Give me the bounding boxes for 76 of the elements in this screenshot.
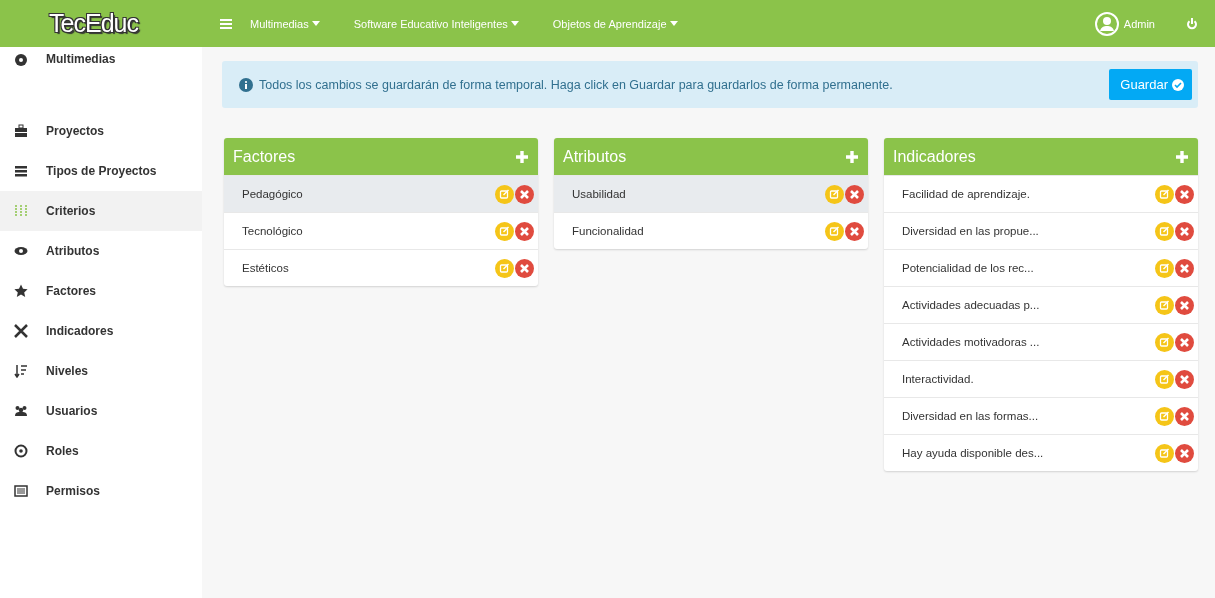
- menu-item-icon: [14, 444, 28, 458]
- panel-title: Atributos: [563, 147, 627, 166]
- menu-item-icon: [14, 124, 28, 138]
- menu-item-icon: [14, 164, 28, 178]
- delete-icon[interactable]: [515, 221, 534, 241]
- sidebar-item[interactable]: Roles: [0, 431, 202, 471]
- sidebar-item[interactable]: Usuarios: [0, 391, 202, 431]
- power-icon[interactable]: [1186, 17, 1198, 30]
- edit-icon[interactable]: [1155, 258, 1174, 278]
- delete-icon[interactable]: [1175, 332, 1194, 352]
- edit-icon[interactable]: [1155, 221, 1174, 241]
- list-item[interactable]: Estéticos: [224, 249, 538, 286]
- menu-item-icon: [14, 204, 28, 218]
- edit-icon[interactable]: [1155, 332, 1174, 352]
- delete-icon[interactable]: [1175, 443, 1194, 463]
- menu-item-icon: [14, 364, 28, 378]
- list-item[interactable]: Facilidad de aprendizaje.: [884, 175, 1198, 212]
- sidebar-item[interactable]: Multimedias: [0, 47, 202, 93]
- delete-icon[interactable]: [1175, 184, 1194, 204]
- list-item[interactable]: Funcionalidad: [554, 212, 868, 249]
- list-item[interactable]: Diversidad en las formas...: [884, 397, 1198, 434]
- edit-icon[interactable]: [1155, 184, 1174, 204]
- delete-icon[interactable]: [1175, 406, 1194, 426]
- user-avatar-icon[interactable]: [1094, 11, 1119, 36]
- delete-icon[interactable]: [1175, 221, 1194, 241]
- star-icon: [14, 284, 28, 298]
- eye-icon: [14, 244, 28, 258]
- list-item[interactable]: Actividades adecuadas p...: [884, 286, 1198, 323]
- sidebar-item[interactable]: Atributos: [0, 231, 202, 271]
- edit-icon[interactable]: [825, 221, 844, 241]
- delete-icon[interactable]: [515, 258, 534, 278]
- list-item[interactable]: Tecnológico: [224, 212, 538, 249]
- menu-item-icon: [14, 324, 28, 338]
- list-item[interactable]: Potencialidad de los rec...: [884, 249, 1198, 286]
- list-item[interactable]: Diversidad en las propue...: [884, 212, 1198, 249]
- sidebar-item[interactable]: Factores: [0, 271, 202, 311]
- alert-message: Todos los cambios se guardarán de forma temporal. Haga click en Guardar para guardarlos de forma permanente.: [259, 77, 893, 92]
- caret-icon: [669, 21, 678, 26]
- users-icon: [14, 404, 28, 418]
- add-icon[interactable]: [1176, 150, 1188, 163]
- edit-icon[interactable]: [825, 184, 844, 204]
- caret-icon: [311, 21, 320, 26]
- edit-icon[interactable]: [1155, 443, 1174, 463]
- edit-icon[interactable]: [1155, 369, 1174, 389]
- info-icon: [239, 77, 253, 92]
- list-item[interactable]: Usabilidad: [554, 175, 868, 212]
- panel-title: Indicadores: [893, 147, 976, 166]
- edit-icon[interactable]: [495, 258, 514, 278]
- list-item[interactable]: Actividades motivadoras ...: [884, 323, 1198, 360]
- sidebar-item[interactable]: Proyectos: [0, 111, 202, 151]
- edit-icon[interactable]: [495, 221, 514, 241]
- delete-icon[interactable]: [845, 184, 864, 204]
- menu-item-icon: [14, 484, 28, 498]
- sidebar-item[interactable]: Indicadores: [0, 311, 202, 351]
- caret-icon: [510, 21, 519, 26]
- sidebar-item[interactable]: Criterios: [0, 191, 202, 231]
- edit-icon[interactable]: [1155, 295, 1174, 315]
- list-item[interactable]: Hay ayuda disponible des...: [884, 434, 1198, 471]
- delete-icon[interactable]: [515, 184, 534, 204]
- sidebar-item[interactable]: Tipos de Proyectos: [0, 151, 202, 191]
- delete-icon[interactable]: [1175, 258, 1194, 278]
- menu-item-icon: [14, 52, 28, 66]
- menu-icon[interactable]: [220, 18, 232, 29]
- sidebar-item[interactable]: Niveles: [0, 351, 202, 391]
- delete-icon[interactable]: [1175, 295, 1194, 315]
- list-item[interactable]: Interactividad.: [884, 360, 1198, 397]
- check-circle-icon: [1172, 78, 1184, 91]
- panel-title: Factores: [233, 147, 296, 166]
- add-icon[interactable]: [516, 150, 528, 163]
- edit-icon[interactable]: [495, 184, 514, 204]
- delete-icon[interactable]: [1175, 369, 1194, 389]
- add-icon[interactable]: [846, 150, 858, 163]
- delete-icon[interactable]: [845, 221, 864, 241]
- sidebar-item[interactable]: Permisos: [0, 471, 202, 511]
- edit-icon[interactable]: [1155, 406, 1174, 426]
- list-item[interactable]: Pedagógico: [224, 175, 538, 212]
